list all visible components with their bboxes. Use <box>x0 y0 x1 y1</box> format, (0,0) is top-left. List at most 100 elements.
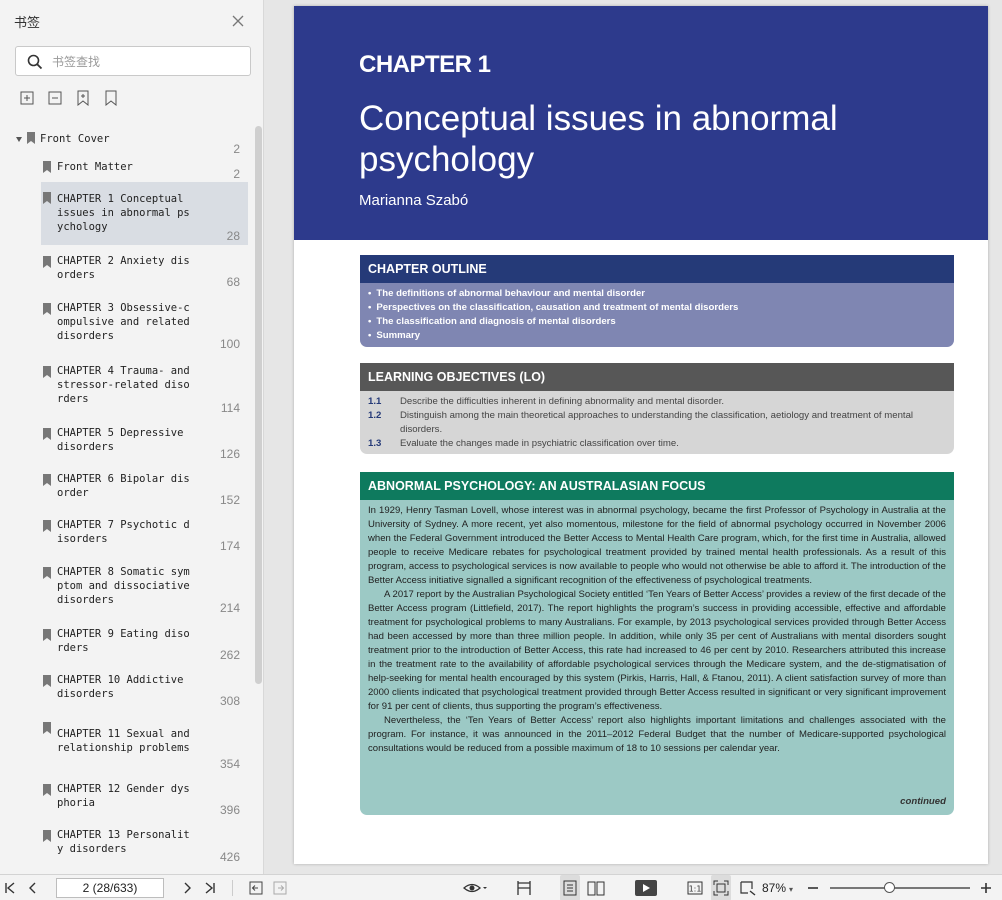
minus-icon <box>808 887 818 889</box>
bookmark-label: CHAPTER 10 Addictive disorders <box>57 674 184 700</box>
chapter-header: CHAPTER 1 Conceptual issues in abnormal … <box>294 6 988 240</box>
bookmark-icon <box>43 830 51 842</box>
bookmark-page: 28 <box>226 229 240 243</box>
bookmark-page: 354 <box>219 757 240 771</box>
bottom-toolbar: 2 (28/633) 1:1 87% ▾ <box>0 874 1002 900</box>
sidebar-scrollbar[interactable] <box>255 126 262 684</box>
bookmark-label: CHAPTER 9 Eating diso rders <box>57 628 190 654</box>
bookmark-icon <box>43 474 51 486</box>
chapter-outline-list: The definitions of abnormal behaviour an… <box>360 283 954 343</box>
bookmark-item[interactable]: CHAPTER 10 Addictive disorders 308 <box>0 673 252 713</box>
bookmark-item[interactable]: CHAPTER 4 Trauma- and stressor-related d… <box>0 364 252 418</box>
slideshow-button[interactable] <box>634 875 658 900</box>
bookmark-icon <box>43 629 51 641</box>
svg-text:1:1: 1:1 <box>689 885 702 894</box>
two-page-icon <box>587 881 605 896</box>
actual-size-button[interactable]: 1:1 <box>686 875 704 900</box>
document-page: CHAPTER 1 Conceptual issues in abnormal … <box>294 6 988 864</box>
previous-page-button[interactable] <box>25 875 41 900</box>
bookmark-icon <box>43 428 51 440</box>
bookmark-page: 396 <box>219 803 240 817</box>
objective-number: 1.2 <box>368 410 382 421</box>
bookmark-page: 214 <box>219 601 240 615</box>
zoom-slider-handle[interactable] <box>884 882 895 893</box>
bookmark-sidebar: 书签 Front Cover 2 Front Matter 2 <box>0 0 264 874</box>
zoom-value: 87% <box>762 881 787 895</box>
bookmark-page: 2 <box>233 167 240 181</box>
bookmark-item[interactable]: Front Cover 2 <box>0 130 252 156</box>
back-view-button[interactable] <box>248 875 264 900</box>
objective-text: Evaluate the changes made in psychiatric… <box>400 438 679 449</box>
zoom-in-button[interactable] <box>977 875 995 900</box>
bookmark-page: 114 <box>220 401 240 415</box>
single-page-button[interactable] <box>560 875 580 900</box>
bookmark-page: 68 <box>226 275 240 289</box>
learning-objectives-list: 1.1 Describe the difficulties inherent in… <box>360 391 954 451</box>
expand-all-icon[interactable] <box>20 90 34 106</box>
zoom-level[interactable]: 87% ▾ <box>762 881 793 895</box>
zoom-out-button[interactable] <box>804 875 822 900</box>
reading-mode-button[interactable] <box>460 875 490 900</box>
bookmark-toolbar <box>20 90 118 106</box>
bookmark-item[interactable]: CHAPTER 2 Anxiety dis orders 68 <box>0 254 252 294</box>
next-page-button[interactable] <box>179 875 195 900</box>
last-page-icon <box>205 882 215 894</box>
bookmark-label: CHAPTER 7 Psychotic d isorders <box>57 519 190 545</box>
bookmark-item[interactable]: CHAPTER 6 Bipolar dis order 152 <box>0 472 252 512</box>
actual-size-icon: 1:1 <box>687 881 703 895</box>
bookmark-icon <box>43 784 51 796</box>
outline-item: The classification and diagnosis of ment… <box>368 315 954 329</box>
play-icon <box>635 880 657 896</box>
focus-body: In 1929, Henry Tasman Lovell, whose inte… <box>360 500 954 756</box>
bookmark-item[interactable]: CHAPTER 8 Somatic sym ptom and dissociat… <box>0 565 252 619</box>
last-page-button[interactable] <box>202 875 218 900</box>
outline-item: Perspectives on the classification, caus… <box>368 301 954 315</box>
bookmark-item[interactable]: CHAPTER 5 Depressive disorders 126 <box>0 426 252 466</box>
forward-icon <box>273 881 287 895</box>
continued-label: continued <box>900 796 946 807</box>
pdf-reader-window: 书签 Front Cover 2 Front Matter 2 <box>0 0 1002 900</box>
bookmark-icon <box>43 366 51 378</box>
bookmark-icon <box>43 303 51 315</box>
bookmark-item[interactable]: CHAPTER 13 Personalit y disorders 426 <box>0 828 252 868</box>
zoom-options-button[interactable] <box>738 875 758 900</box>
bookmark-item[interactable]: CHAPTER 3 Obsessive-c ompulsive and rela… <box>0 301 252 355</box>
two-page-button[interactable] <box>586 875 606 900</box>
fit-width-button[interactable] <box>514 875 534 900</box>
bookmark-item[interactable]: CHAPTER 7 Psychotic d isorders 174 <box>0 518 252 558</box>
bookmark-search-input[interactable] <box>52 52 242 72</box>
focus-paragraph: In 1929, Henry Tasman Lovell, whose inte… <box>368 505 946 586</box>
bookmark-item[interactable]: CHAPTER 12 Gender dys phoria 396 <box>0 782 252 822</box>
bookmark-icon <box>43 161 51 173</box>
collapse-all-icon[interactable] <box>48 90 62 106</box>
bookmark-icon <box>27 132 35 144</box>
expand-triangle-icon[interactable] <box>16 137 22 142</box>
marquee-zoom-icon <box>740 881 756 896</box>
forward-view-button[interactable] <box>272 875 288 900</box>
close-icon[interactable] <box>231 14 245 28</box>
objective-text: Describe the difficulties inherent in de… <box>400 396 725 407</box>
zoom-slider-track[interactable] <box>830 887 970 889</box>
chevron-down-icon: ▾ <box>789 885 794 894</box>
chapter-number: CHAPTER 1 <box>359 51 491 78</box>
add-bookmark-icon[interactable] <box>76 90 90 106</box>
bookmark-page: 426 <box>219 850 240 864</box>
bookmark-item[interactable]: CHAPTER 9 Eating diso rders 262 <box>0 627 252 667</box>
bookmark-item-selected[interactable]: CHAPTER 1 Conceptual issues in abnormal … <box>41 182 248 245</box>
learning-objectives-heading: LEARNING OBJECTIVES (LO) <box>360 363 954 391</box>
fit-page-button[interactable] <box>711 875 731 900</box>
bookmark-label: CHAPTER 3 Obsessive-c ompulsive and rela… <box>57 302 190 342</box>
bookmark-search[interactable] <box>15 46 251 76</box>
fit-width-icon <box>517 881 531 895</box>
chapter-author: Marianna Szabó <box>359 192 469 209</box>
bookmark-icon <box>43 722 51 734</box>
first-page-button[interactable] <box>2 875 18 900</box>
bookmark-label: CHAPTER 13 Personalit y disorders <box>57 829 190 855</box>
chapter-outline-box: CHAPTER OUTLINE The definitions of abnor… <box>360 255 954 347</box>
chevron-left-icon <box>29 882 36 894</box>
bookmark-page: 308 <box>219 694 240 708</box>
bookmark-icon[interactable] <box>104 90 118 106</box>
plus-icon <box>981 883 991 893</box>
page-number-input[interactable]: 2 (28/633) <box>56 878 164 898</box>
bookmark-item[interactable]: CHAPTER 11 Sexual and relationship probl… <box>0 720 252 774</box>
